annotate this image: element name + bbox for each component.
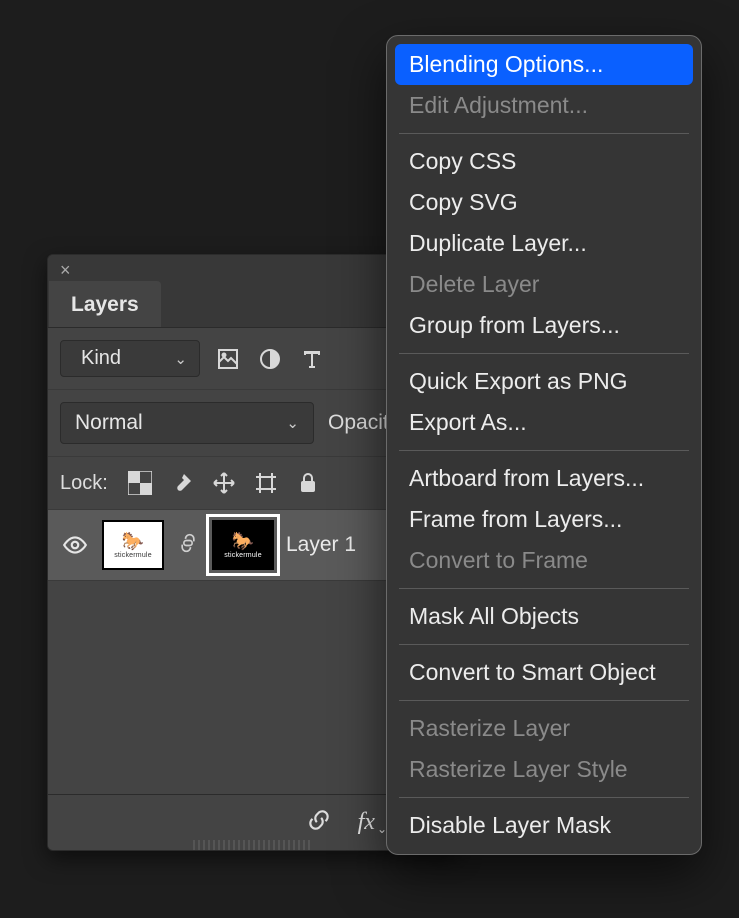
lock-move-icon[interactable]	[210, 469, 238, 497]
layer-mask-thumbnail[interactable]: 🐎 stickermule	[212, 520, 274, 570]
menu-separator	[399, 133, 689, 134]
menu-separator	[399, 797, 689, 798]
resize-grip-icon[interactable]	[193, 840, 313, 850]
menu-item-copysvg[interactable]: Copy SVG	[395, 182, 693, 223]
layer-name-label[interactable]: Layer 1	[286, 533, 356, 557]
lock-transparency-icon[interactable]	[126, 469, 154, 497]
menu-item-group[interactable]: Group from Layers...	[395, 305, 693, 346]
menu-item-exportas[interactable]: Export As...	[395, 402, 693, 443]
blend-mode-value: Normal	[75, 411, 143, 435]
chevron-down-icon: ⌄	[174, 350, 187, 368]
filter-type-icon[interactable]	[298, 345, 326, 373]
opacity-label: Opacit	[328, 411, 389, 435]
menu-item-dup[interactable]: Duplicate Layer...	[395, 223, 693, 264]
filter-adjustment-icon[interactable]	[256, 345, 284, 373]
menu-item-disablemask[interactable]: Disable Layer Mask	[395, 805, 693, 846]
mask-link-icon[interactable]	[176, 533, 200, 558]
menu-item-editadj: Edit Adjustment...	[395, 85, 693, 126]
menu-item-raststyle: Rasterize Layer Style	[395, 749, 693, 790]
horse-icon: 🐎	[122, 532, 144, 550]
lock-label: Lock:	[60, 472, 108, 495]
menu-item-convframe: Convert to Frame	[395, 540, 693, 581]
layer-context-menu: Blending Options...Edit Adjustment... Cop…	[386, 35, 702, 855]
thumb-text: stickermule	[114, 552, 152, 559]
link-layers-icon[interactable]	[306, 807, 332, 838]
menu-separator	[399, 353, 689, 354]
menu-item-rast: Rasterize Layer	[395, 708, 693, 749]
menu-separator	[399, 588, 689, 589]
menu-item-artboard[interactable]: Artboard from Layers...	[395, 458, 693, 499]
menu-item-frame[interactable]: Frame from Layers...	[395, 499, 693, 540]
lock-all-icon[interactable]	[294, 469, 322, 497]
menu-item-maskall[interactable]: Mask All Objects	[395, 596, 693, 637]
filter-pixel-icon[interactable]	[214, 345, 242, 373]
close-icon[interactable]: ×	[60, 261, 78, 279]
menu-item-del: Delete Layer	[395, 264, 693, 305]
lock-artboard-icon[interactable]	[252, 469, 280, 497]
menu-item-copycss[interactable]: Copy CSS	[395, 141, 693, 182]
menu-separator	[399, 450, 689, 451]
filter-kind-label: Kind	[81, 347, 121, 370]
tab-layers[interactable]: Layers	[49, 281, 161, 327]
menu-item-qexport[interactable]: Quick Export as PNG	[395, 361, 693, 402]
horse-icon: 🐎	[232, 532, 254, 550]
thumb-text: stickermule	[224, 552, 262, 559]
layer-thumbnail[interactable]: 🐎 stickermule	[102, 520, 164, 570]
menu-item-smart[interactable]: Convert to Smart Object	[395, 652, 693, 693]
visibility-eye-icon[interactable]	[60, 532, 90, 558]
chevron-down-icon: ⌄	[286, 414, 299, 432]
filter-kind-dropdown[interactable]: Kind ⌄	[60, 340, 200, 377]
layer-effects-icon[interactable]: fx ⌄	[358, 809, 387, 836]
blend-mode-dropdown[interactable]: Normal ⌄	[60, 402, 314, 444]
menu-separator	[399, 700, 689, 701]
menu-item-blending[interactable]: Blending Options...	[395, 44, 693, 85]
lock-brush-icon[interactable]	[168, 469, 196, 497]
menu-separator	[399, 644, 689, 645]
